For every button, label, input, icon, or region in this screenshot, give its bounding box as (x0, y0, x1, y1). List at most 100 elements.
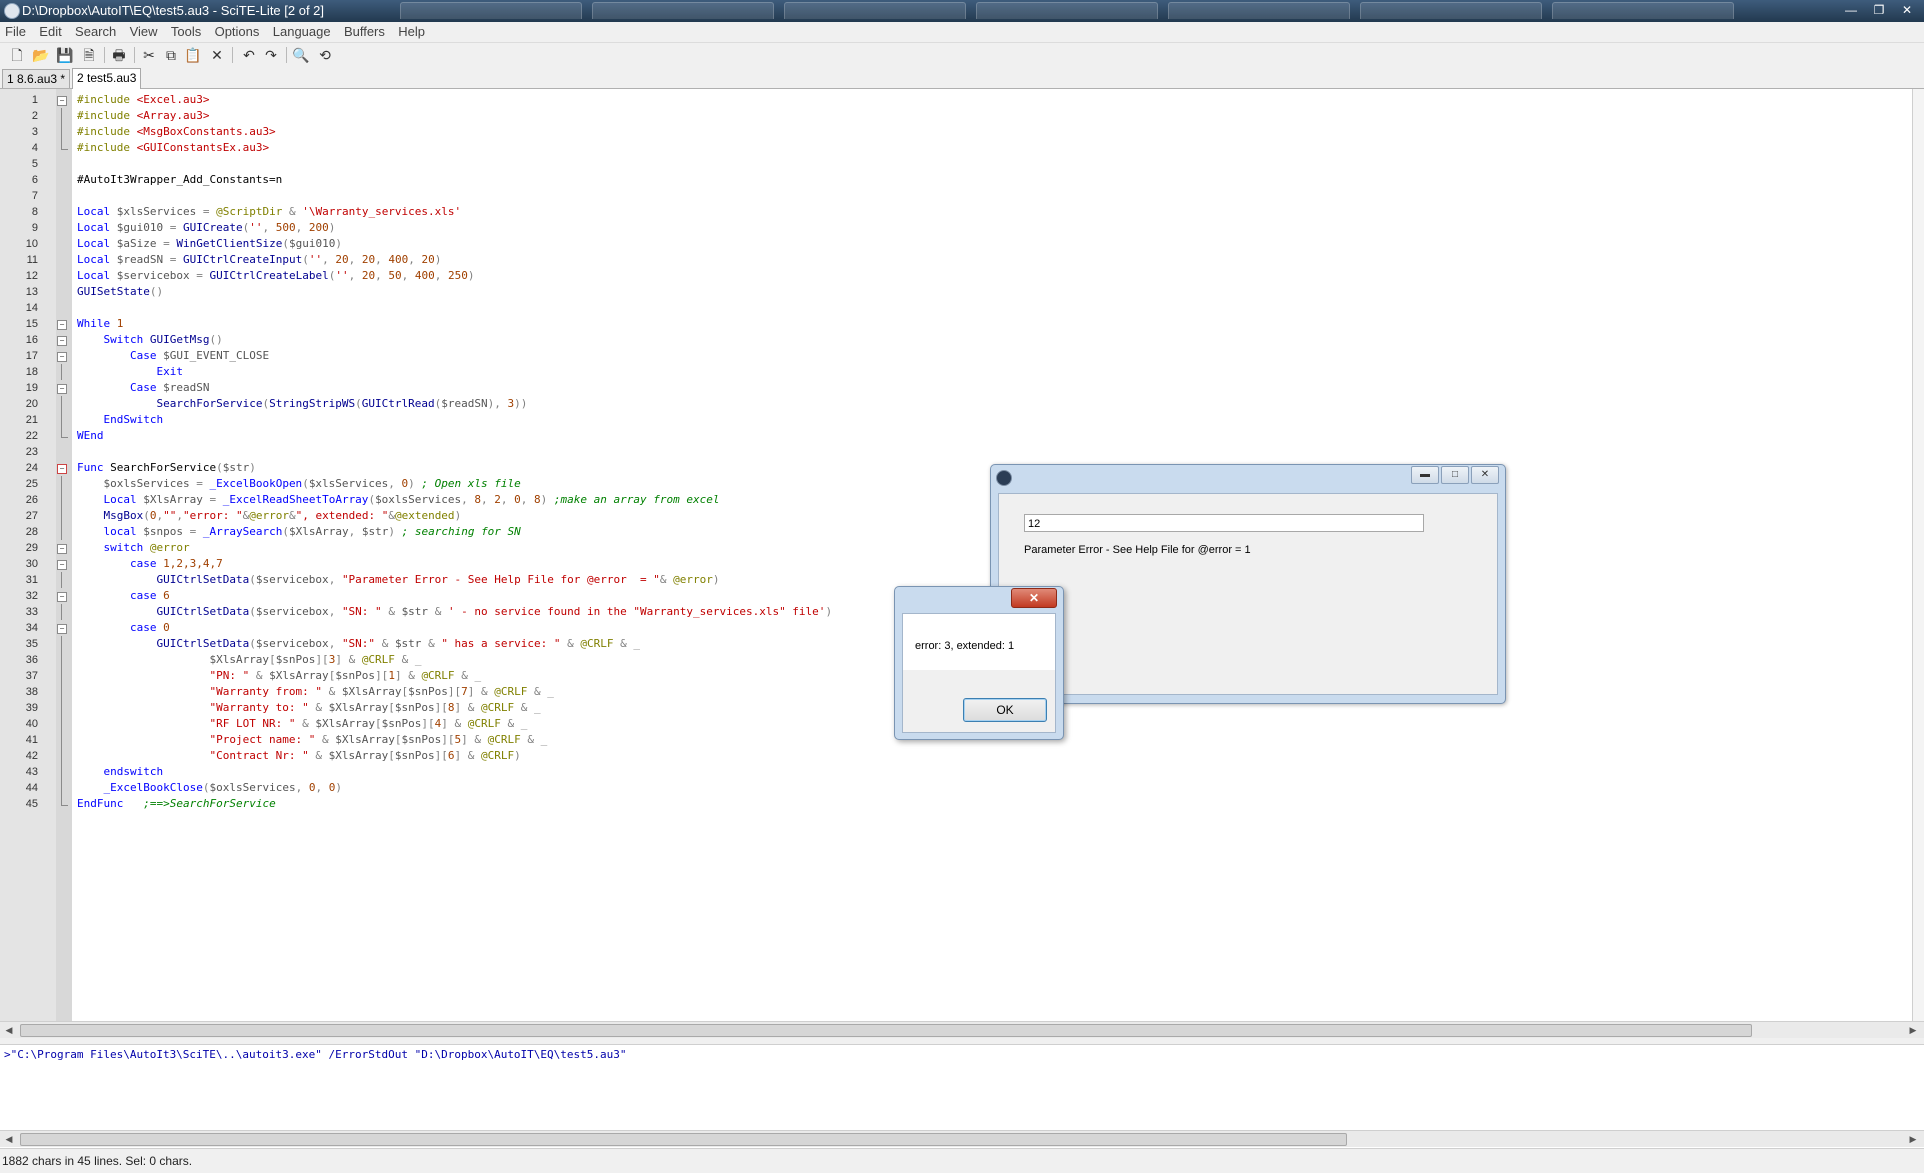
fold-toggle-icon[interactable]: − (57, 624, 67, 634)
delete-icon[interactable]: ✕ (208, 46, 226, 64)
ok-button[interactable]: OK (963, 698, 1047, 722)
menu-edit[interactable]: Edit (34, 22, 66, 42)
print-icon[interactable]: 🖶 (110, 46, 128, 64)
code-line[interactable]: 44 _ExcelBookClose($oxlsServices, 0, 0) (26, 780, 1912, 796)
vertical-scrollbar[interactable] (1912, 89, 1924, 1021)
menu-file[interactable]: File (0, 22, 31, 42)
code-text: SearchForService(StringStripWS(GUICtrlRe… (156, 397, 528, 410)
save-icon[interactable]: 💾 (56, 46, 74, 64)
minimize-button[interactable]: — (1838, 1, 1864, 19)
code-text: $XlsArray[$snPos][3] & @CRLF & _ (209, 653, 422, 666)
output-horizontal-scrollbar[interactable]: ◀ ▶ (0, 1130, 1924, 1147)
undo-icon[interactable]: ↶ (240, 46, 258, 64)
code-text: GUICtrlSetData($servicebox, "SN: " & $st… (156, 605, 833, 618)
background-tab (1168, 2, 1350, 19)
menu-help[interactable]: Help (393, 22, 430, 42)
code-text: _ExcelBookClose($oxlsServices, 0, 0) (103, 781, 342, 794)
code-text: EndFunc ;==>SearchForService (77, 797, 276, 810)
scroll-right-icon[interactable]: ▶ (1906, 1023, 1920, 1037)
autoit-gui-window[interactable]: ▬ □ ✕ 12 Parameter Error - See Help File… (990, 464, 1506, 704)
code-line[interactable]: 16 − Switch GUIGetMsg() (26, 332, 1912, 348)
code-line[interactable]: 15 − While 1 (26, 316, 1912, 332)
fold-toggle-icon[interactable]: − (57, 384, 67, 394)
code-line[interactable]: 20 SearchForService(StringStripWS(GUICtr… (26, 396, 1912, 412)
code-text: Func SearchForService($str) (77, 461, 256, 474)
cut-icon[interactable]: ✂ (140, 46, 158, 64)
code-line[interactable]: 14 (26, 300, 1912, 316)
menu-language[interactable]: Language (268, 22, 336, 42)
code-line[interactable]: 12 Local $servicebox = GUICtrlCreateLabel… (26, 268, 1912, 284)
window-titlebar[interactable]: D:\Dropbox\AutoIT\EQ\test5.au3 - SciTE-L… (0, 0, 1924, 22)
code-line[interactable]: 3 #include <MsgBoxConstants.au3> (32, 124, 1912, 140)
code-line[interactable]: 19 − Case $readSN (26, 380, 1912, 396)
code-text: GUICtrlSetData($servicebox, "Parameter E… (156, 573, 720, 586)
editor-horizontal-scrollbar[interactable]: ◀ ▶ (0, 1021, 1924, 1038)
menu-view[interactable]: View (125, 22, 163, 42)
menu-tools[interactable]: Tools (166, 22, 206, 42)
fold-line (61, 748, 62, 764)
line-number: 1 (31, 94, 38, 106)
redo-icon[interactable]: ↷ (262, 46, 280, 64)
pane-splitter[interactable] (0, 1038, 1924, 1045)
code-line[interactable]: 10 Local $aSize = WinGetClientSize($gui01… (26, 236, 1912, 252)
code-line[interactable]: 2 #include <Array.au3> (32, 108, 1912, 124)
gui-minimize-button[interactable]: ▬ (1411, 466, 1439, 484)
fold-toggle-icon[interactable]: − (57, 320, 67, 330)
code-line[interactable]: 42 "Contract Nr: " & $XlsArray[$snPos][6… (26, 748, 1912, 764)
fold-toggle-icon[interactable]: − (57, 544, 67, 554)
code-text: GUISetState() (77, 285, 164, 298)
code-line[interactable]: 7 (32, 188, 1912, 204)
code-line[interactable]: 18 Exit (26, 364, 1912, 380)
new-file-icon[interactable]: 🗋 (8, 46, 26, 64)
close-button[interactable]: ✕ (1894, 1, 1920, 19)
copy-icon[interactable]: ⧉ (162, 46, 180, 64)
menu-buffers[interactable]: Buffers (339, 22, 390, 42)
close-file-icon[interactable]: 🗎 (80, 46, 98, 64)
scroll-left-icon[interactable]: ◀ (2, 1132, 16, 1146)
fold-toggle-icon[interactable]: − (57, 464, 67, 474)
fold-margin[interactable] (56, 89, 72, 1021)
code-line[interactable]: 1 − #include <Excel.au3> (32, 92, 1912, 108)
fold-toggle-icon[interactable]: − (57, 560, 67, 570)
gui-maximize-button[interactable]: □ (1441, 466, 1469, 484)
code-line[interactable]: 5 (32, 156, 1912, 172)
paste-icon[interactable]: 📋 (184, 46, 202, 64)
restore-button[interactable]: ❐ (1866, 1, 1892, 19)
replace-icon[interactable]: ⟲ (316, 46, 334, 64)
scrollbar-thumb[interactable] (20, 1024, 1752, 1037)
code-line[interactable]: 4 #include <GUIConstantsEx.au3> (32, 140, 1912, 156)
code-line[interactable]: 45 EndFunc ;==>SearchForService (26, 796, 1912, 812)
fold-toggle-icon[interactable]: − (57, 96, 67, 106)
gui-close-button[interactable]: ✕ (1471, 466, 1499, 484)
tab-test5-au3[interactable]: 2 test5.au3 (72, 68, 142, 89)
code-editor[interactable]: 1− #include <Excel.au3> 2 #include <Array.a… (0, 89, 1924, 1021)
code-text: endswitch (103, 765, 164, 778)
code-line[interactable]: 11 Local $readSN = GUICtrlCreateInput('',… (27, 252, 1912, 268)
message-box-dialog[interactable]: ✕ error: 3, extended: 1 OK (894, 586, 1064, 740)
code-line[interactable]: 8 Local $xlsServices = @ScriptDir & '\War… (32, 204, 1912, 220)
msgbox-close-button[interactable]: ✕ (1011, 588, 1057, 608)
code-line[interactable]: 22 WEnd (26, 428, 1912, 444)
scroll-left-icon[interactable]: ◀ (2, 1023, 16, 1037)
code-line[interactable]: 17 − Case $GUI_EVENT_CLOSE (26, 348, 1912, 364)
find-icon[interactable]: 🔍 (292, 46, 310, 64)
code-line[interactable]: 43 endswitch (26, 764, 1912, 780)
serial-number-input[interactable]: 12 (1024, 514, 1424, 532)
code-text: GUICtrlSetData($servicebox, "SN:" & $str… (156, 637, 641, 650)
code-line[interactable]: 23 (26, 444, 1912, 460)
open-folder-icon[interactable]: 📂 (32, 46, 50, 64)
code-line[interactable]: 13 GUISetState() (26, 284, 1912, 300)
code-line[interactable]: 9 Local $gui010 = GUICreate('', 500, 200) (32, 220, 1912, 236)
menu-options[interactable]: Options (210, 22, 265, 42)
code-line[interactable]: 21 EndSwitch (26, 412, 1912, 428)
scroll-right-icon[interactable]: ▶ (1906, 1132, 1920, 1146)
fold-toggle-icon[interactable]: − (57, 352, 67, 362)
fold-toggle-icon[interactable]: − (57, 592, 67, 602)
code-line[interactable]: 6 #AutoIt3Wrapper_Add_Constants=n (32, 172, 1912, 188)
scrollbar-thumb[interactable] (20, 1133, 1347, 1146)
tab-8-6-au3[interactable]: 1 8.6.au3 * (2, 69, 71, 88)
line-number: 15 (25, 318, 38, 330)
output-pane[interactable]: >"C:\Program Files\AutoIt3\SciTE\..\auto… (0, 1045, 1924, 1130)
fold-toggle-icon[interactable]: − (57, 336, 67, 346)
menu-search[interactable]: Search (70, 22, 121, 42)
